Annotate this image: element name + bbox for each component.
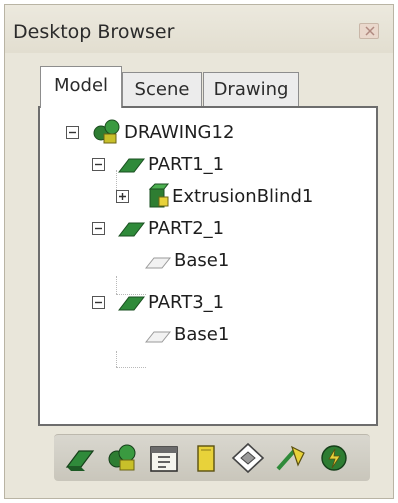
drawing-sheet-button[interactable] <box>188 441 224 475</box>
minus-icon <box>95 227 102 230</box>
base-sketch-icon <box>144 331 172 343</box>
tab-drawing[interactable]: Drawing <box>203 72 299 106</box>
work-plane-icon <box>231 442 265 474</box>
collapse-button[interactable] <box>92 158 105 171</box>
tree-guide-line <box>116 351 117 367</box>
tree-guide-line <box>116 367 146 368</box>
drawing-sheet-icon <box>197 445 215 472</box>
tree-node-base1[interactable]: Base1 <box>40 248 340 278</box>
tree-node-part2[interactable]: PART2_1 <box>40 216 340 246</box>
tab-model-label: Model <box>53 75 109 96</box>
expand-button[interactable] <box>116 190 129 203</box>
window-title: Desktop Browser <box>13 21 175 43</box>
new-part-button[interactable] <box>62 441 98 475</box>
model-tree[interactable]: DRAWING12 PART1_1 ExtrusionBlind1 PART2_… <box>38 106 378 426</box>
tree-node-label: Base1 <box>174 250 230 271</box>
base-sketch-icon <box>144 257 172 269</box>
minus-icon <box>69 131 76 134</box>
part-icon <box>117 296 146 311</box>
plus-icon <box>119 193 126 200</box>
tab-model[interactable]: Model <box>40 66 122 108</box>
tree-node-drawing12[interactable]: DRAWING12 <box>40 119 340 150</box>
measure-icon <box>276 445 305 471</box>
tree-node-label: PART2_1 <box>148 218 225 239</box>
new-assembly-icon <box>108 444 136 471</box>
tree-node-part3[interactable]: PART3_1 <box>40 290 340 320</box>
tree-node-label: Base1 <box>174 324 230 345</box>
assembly-icon <box>93 119 120 144</box>
minus-icon <box>95 301 102 304</box>
tab-drawing-label: Drawing <box>213 79 289 100</box>
tree-node-label: ExtrusionBlind1 <box>172 186 314 207</box>
tree-node-label: DRAWING12 <box>124 122 235 143</box>
close-button[interactable] <box>359 23 379 39</box>
collapse-button[interactable] <box>92 222 105 235</box>
catalog-button[interactable] <box>146 441 182 475</box>
title-bar[interactable]: Desktop Browser <box>5 5 393 53</box>
extrusion-icon <box>148 183 170 208</box>
tab-scene-label: Scene <box>134 79 190 100</box>
bottom-toolbar <box>54 434 370 481</box>
update-icon <box>321 445 347 471</box>
new-assembly-button[interactable] <box>104 441 140 475</box>
update-button[interactable] <box>316 441 352 475</box>
collapse-button[interactable] <box>92 296 105 309</box>
tree-node-part1[interactable]: PART1_1 <box>40 152 340 182</box>
tab-scene[interactable]: Scene <box>122 72 202 106</box>
new-part-icon <box>65 450 95 471</box>
close-icon <box>365 26 375 36</box>
measure-button[interactable] <box>272 441 308 475</box>
catalog-icon <box>150 446 178 472</box>
part-icon <box>117 222 146 237</box>
minus-icon <box>95 163 102 166</box>
work-plane-button[interactable] <box>230 441 266 475</box>
collapse-button[interactable] <box>66 126 79 139</box>
tree-node-label: PART3_1 <box>148 292 225 313</box>
tree-node-base1[interactable]: Base1 <box>40 322 340 352</box>
part-icon <box>117 158 146 173</box>
tree-node-extrusionblind1[interactable]: ExtrusionBlind1 <box>40 183 370 214</box>
tree-node-label: PART1_1 <box>148 154 225 175</box>
